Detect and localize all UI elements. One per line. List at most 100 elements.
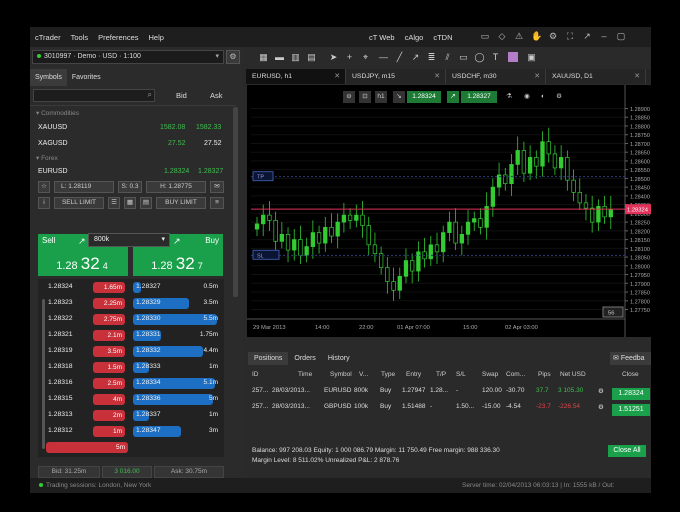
group-forex[interactable]: ▾ Forex (36, 154, 58, 162)
menu-ctrader[interactable]: cTrader (30, 33, 66, 42)
ladder-row[interactable]: 1.283115m (38, 441, 224, 455)
horizontal-line-icon[interactable]: — (378, 52, 389, 62)
ladder-row[interactable]: 1.28316 2.5m 1.28334 5.1m (38, 377, 224, 391)
alert-icon[interactable]: ⚠ (514, 31, 524, 41)
trend-line-icon[interactable]: ╱ (394, 52, 405, 62)
account-selector[interactable]: 3010997 · Demo · USD · 1:100 ▾ (32, 50, 224, 64)
menu-calgo[interactable]: cAlgo (400, 33, 429, 42)
column-header[interactable]: Symbol (330, 371, 352, 378)
chart-tab[interactable]: USDCHF, m30 ✕ (446, 69, 546, 84)
column-header[interactable]: Time (298, 371, 312, 378)
list-icon[interactable]: ☰ (108, 197, 120, 209)
zoom-out-icon[interactable]: ⊖ (343, 91, 355, 103)
hand-icon[interactable]: ✋ (531, 31, 542, 41)
tab-positions[interactable]: Positions (248, 352, 289, 365)
column-header[interactable]: T/P (436, 371, 446, 378)
feedback-button[interactable]: ✉ Feedba (610, 352, 651, 365)
close-icon[interactable]: ✕ (634, 69, 640, 84)
settings-icon[interactable]: ⚙ (553, 91, 565, 103)
group-commodities[interactable]: ▾ Commodities (36, 109, 79, 117)
indicator-icon[interactable]: ⚗ (503, 91, 515, 103)
close-position-button[interactable]: 1.51251 (612, 404, 650, 416)
maximize-icon[interactable]: ▢ (616, 31, 626, 41)
grid-icon[interactable]: ▦ (124, 197, 136, 209)
chart-icon[interactable]: ▤ (140, 197, 152, 209)
buy-chart-icon[interactable]: ↗ (447, 91, 459, 103)
ladder-row[interactable]: 1.28319 3.5m 1.28332 4.4m (38, 345, 224, 359)
account-settings-icon[interactable]: ⚙ (226, 50, 240, 64)
column-header[interactable]: Close (622, 371, 639, 378)
menu-help[interactable]: Help (144, 33, 169, 42)
timeframe-icon[interactable]: h1 (375, 91, 387, 103)
close-all-button[interactable]: Close All (608, 445, 646, 457)
depth-icon[interactable]: ≡ (210, 197, 224, 209)
text-icon[interactable]: T (490, 52, 501, 62)
column-header[interactable]: Pips (538, 371, 551, 378)
color-swatch-icon[interactable] (508, 52, 518, 62)
cursor-icon[interactable]: ➤ (328, 52, 339, 62)
chart-type-icon[interactable]: ⊡ (359, 91, 371, 103)
ladder-row[interactable]: 1.28322 2.75m 1.28330 5.5m (38, 313, 224, 327)
menu-tools[interactable]: Tools (66, 33, 94, 42)
chart-buy-price[interactable]: 1.28327 (461, 91, 497, 103)
tab-favorites[interactable]: Favorites (67, 69, 106, 86)
ladder-row[interactable]: 1.28324 1.65m 1.28327 0.5m (38, 281, 224, 295)
layout-tile-icon[interactable]: ▤ (306, 52, 317, 62)
ellipse-icon[interactable]: ◯ (474, 52, 485, 62)
layout-grid-icon[interactable]: ▦ (258, 52, 269, 62)
column-header[interactable]: Entry (406, 371, 421, 378)
close-position-button[interactable]: 1.28324 (612, 388, 650, 400)
tag-icon[interactable]: ◇ (497, 31, 507, 41)
symbol-search-input[interactable]: ⌕ (33, 89, 155, 102)
menu-ct-web[interactable]: cT Web (364, 33, 400, 42)
quantity-selector[interactable]: 800k ▾ (88, 233, 170, 247)
column-header[interactable]: Net USD (560, 371, 586, 378)
column-header[interactable]: Type (381, 371, 395, 378)
position-settings-icon[interactable]: ⚙ (598, 387, 604, 395)
chart-tab[interactable]: XAUUSD, D1 ✕ (546, 69, 646, 84)
close-icon[interactable]: ✕ (434, 69, 440, 84)
column-header[interactable]: V... (359, 371, 368, 378)
layout-single-icon[interactable]: ▬ (274, 52, 285, 62)
buy-limit-button[interactable]: BUY LIMIT (156, 197, 206, 209)
crosshair-alt-icon[interactable]: ⌖ (360, 52, 371, 62)
chart-tab[interactable]: USDJPY, m15 ✕ (346, 69, 446, 84)
ladder-row[interactable]: 1.28313 2m 1.28337 1m (38, 409, 224, 423)
gear-icon[interactable]: ⚙ (548, 31, 558, 41)
close-icon[interactable]: ✕ (534, 69, 540, 84)
position-row[interactable]: 257... 28/03/2013... GBPUSD 100k Buy 1.51488-… (250, 403, 650, 417)
ladder-row[interactable]: 1.28321 2.1m 1.28331 1.75m (38, 329, 224, 343)
template-icon[interactable]: ◐ (537, 91, 549, 103)
sell-chart-icon[interactable]: ↘ (393, 91, 405, 103)
menu-preferences[interactable]: Preferences (93, 33, 143, 42)
watchlist-scrollbar[interactable] (233, 107, 238, 297)
column-header[interactable]: ID (252, 371, 259, 378)
menu-ctdn[interactable]: cTDN (428, 33, 457, 42)
chart-sell-price[interactable]: 1.28324 (407, 91, 441, 103)
message-icon[interactable]: ✉ (210, 181, 224, 193)
close-icon[interactable]: ✕ (334, 69, 340, 84)
ladder-scrollbar[interactable] (42, 299, 45, 449)
channel-icon[interactable]: ⫽ (442, 52, 453, 62)
sell-limit-button[interactable]: SELL LIMIT (54, 197, 104, 209)
ladder-row[interactable]: 1.28318 1.5m 1.28333 1m (38, 361, 224, 375)
column-header[interactable]: Swap (482, 371, 498, 378)
position-row[interactable]: 257... 28/03/2013... EURUSD 800k Buy 1.27947 1… (250, 387, 650, 401)
layout-split-icon[interactable]: ▥ (290, 52, 301, 62)
position-settings-icon[interactable]: ⚙ (598, 403, 604, 411)
price-chart[interactable]: 1.28900 1.28850 1.28800 1.28750 1.28700 1.286… (247, 85, 651, 337)
tab-symbols[interactable]: Symbols (30, 69, 67, 86)
screenshot-icon[interactable]: ▣ (526, 52, 537, 62)
ladder-row[interactable]: 1.28312 1m 1.28347 3m (38, 425, 224, 439)
tab-orders[interactable]: Orders (288, 352, 321, 365)
minimize-icon[interactable]: – (599, 31, 609, 41)
share-icon[interactable]: ↗ (582, 31, 592, 41)
column-header[interactable]: Com... (506, 371, 525, 378)
info-icon[interactable]: i (38, 197, 50, 209)
tab-history[interactable]: History (322, 352, 356, 365)
chart-tab[interactable]: EURUSD, h1 ✕ (246, 69, 346, 84)
ladder-row[interactable]: 1.28323 2.25m 1.28329 3.5m (38, 297, 224, 311)
column-header[interactable]: S/L (456, 371, 466, 378)
rectangle-icon[interactable]: ▭ (458, 52, 469, 62)
crosshair-icon[interactable]: + (344, 52, 355, 62)
